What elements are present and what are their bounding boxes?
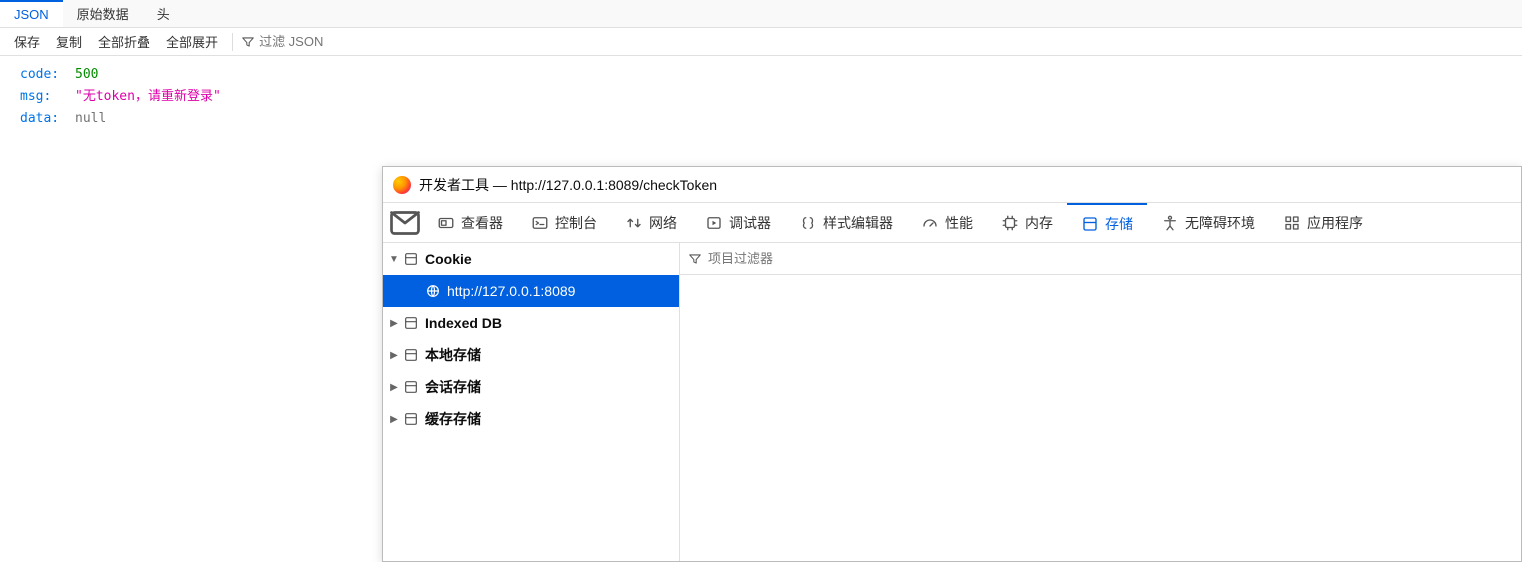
tree-label: 缓存存储 — [425, 409, 481, 429]
save-button[interactable]: 保存 — [8, 32, 46, 51]
database-icon — [403, 347, 419, 363]
database-icon — [403, 315, 419, 331]
chevron-right-icon: ▶ — [387, 414, 401, 425]
tab-memory[interactable]: 内存 — [987, 203, 1067, 242]
devtools-window: 开发者工具 — http://127.0.0.1:8089/checkToken… — [382, 166, 1522, 562]
tab-debugger[interactable]: 调试器 — [691, 203, 785, 242]
devtools-title: 开发者工具 — http://127.0.0.1:8089/checkToken — [419, 175, 717, 195]
globe-icon — [425, 283, 441, 299]
performance-icon — [921, 214, 939, 232]
tree-label: 本地存储 — [425, 345, 481, 365]
tree-label: 会话存储 — [425, 377, 481, 397]
tree-item-session-storage[interactable]: ▶ 会话存储 — [383, 371, 679, 403]
json-key: msg: — [20, 86, 75, 108]
tab-inspector[interactable]: 查看器 — [423, 203, 517, 242]
accessibility-icon — [1161, 214, 1179, 232]
style-icon — [799, 214, 817, 232]
storage-icon — [1081, 215, 1099, 233]
funnel-icon — [688, 252, 702, 266]
tab-headers[interactable]: 头 — [143, 0, 184, 27]
json-key: data: — [20, 108, 75, 130]
json-toolbar: 保存 复制 全部折叠 全部展开 — [0, 28, 1522, 56]
tree-label: Indexed DB — [425, 315, 502, 331]
tab-network[interactable]: 网络 — [611, 203, 691, 242]
firefox-icon — [393, 176, 411, 194]
devtools-titlebar: 开发者工具 — http://127.0.0.1:8089/checkToken — [383, 167, 1521, 203]
inspector-icon — [437, 214, 455, 232]
json-value: null — [75, 108, 106, 130]
devtools-main: ▼ Cookie http://127.0.0.1:8089 ▶ Indexed… — [383, 243, 1521, 561]
tab-performance[interactable]: 性能 — [907, 203, 987, 242]
chevron-right-icon: ▶ — [387, 382, 401, 393]
devtools-tool-tabs: 查看器 控制台 网络 调试器 样式编辑器 性能 内存 存储 — [383, 203, 1521, 243]
tab-console[interactable]: 控制台 — [517, 203, 611, 242]
memory-icon — [1001, 214, 1019, 232]
database-icon — [403, 251, 419, 267]
tree-label: http://127.0.0.1:8089 — [447, 283, 575, 299]
tree-item-cache-storage[interactable]: ▶ 缓存存储 — [383, 403, 679, 435]
copy-button[interactable]: 复制 — [50, 32, 88, 51]
tree-item-indexeddb[interactable]: ▶ Indexed DB — [383, 307, 679, 339]
tab-accessibility[interactable]: 无障碍环境 — [1147, 203, 1269, 242]
json-filter-input[interactable] — [259, 34, 359, 49]
tab-raw[interactable]: 原始数据 — [63, 0, 143, 27]
tree-item-local-storage[interactable]: ▶ 本地存储 — [383, 339, 679, 371]
chevron-down-icon: ▼ — [387, 254, 401, 265]
tree-label: Cookie — [425, 251, 472, 267]
dock-icon — [387, 205, 423, 241]
dock-side-button[interactable] — [387, 203, 423, 242]
chevron-right-icon: ▶ — [387, 318, 401, 329]
funnel-icon — [241, 35, 255, 49]
debugger-icon — [705, 214, 723, 232]
storage-filter-bar — [680, 243, 1521, 275]
application-icon — [1283, 214, 1301, 232]
tab-style-editor[interactable]: 样式编辑器 — [785, 203, 907, 242]
network-icon — [625, 214, 643, 232]
database-icon — [403, 411, 419, 427]
tree-item-cookie-host[interactable]: http://127.0.0.1:8089 — [383, 275, 679, 307]
json-key: code: — [20, 64, 75, 86]
chevron-right-icon: ▶ — [387, 350, 401, 361]
tab-storage[interactable]: 存储 — [1067, 203, 1147, 242]
json-value: "无token，请重新登录" — [75, 86, 221, 108]
tab-json[interactable]: JSON — [0, 0, 63, 27]
expand-all-button[interactable]: 全部展开 — [160, 32, 224, 51]
storage-sidebar: ▼ Cookie http://127.0.0.1:8089 ▶ Indexed… — [383, 243, 680, 561]
storage-content — [680, 243, 1521, 561]
json-viewer-tabs: JSON 原始数据 头 — [0, 0, 1522, 28]
separator — [232, 33, 233, 51]
collapse-all-button[interactable]: 全部折叠 — [92, 32, 156, 51]
console-icon — [531, 214, 549, 232]
tree-item-cookie[interactable]: ▼ Cookie — [383, 243, 679, 275]
tab-application[interactable]: 应用程序 — [1269, 203, 1377, 242]
database-icon — [403, 379, 419, 395]
json-value: 500 — [75, 64, 98, 86]
storage-filter-input[interactable] — [708, 251, 1513, 266]
json-body: code: 500 msg: "无token，请重新登录" data: null — [0, 56, 1522, 138]
